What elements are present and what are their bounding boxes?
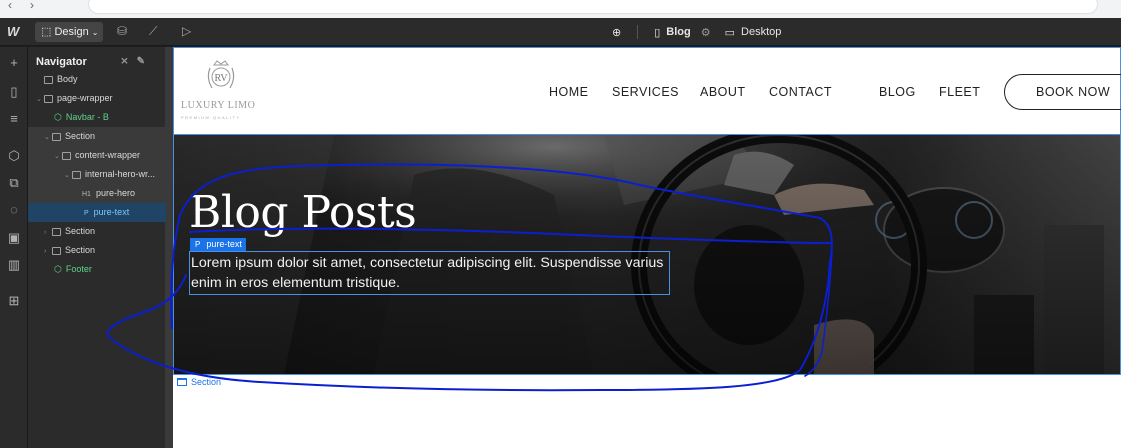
tree-node-section[interactable]: ⌄ Section: [28, 127, 166, 146]
luxury-limo-logo[interactable]: RV LUXURY LIMO PREMIUM QUALITY: [181, 58, 261, 122]
component-cube-icon: ⬡: [54, 112, 62, 122]
component-cube-icon: ⬡: [54, 264, 62, 274]
nav-link-home[interactable]: HOME: [549, 85, 589, 99]
tree-node-section[interactable]: › Section: [28, 241, 166, 260]
tree-node-label: internal-hero-wr...: [85, 169, 156, 179]
page-icon: ▯: [654, 26, 661, 39]
tree-node-pure-text[interactable]: Ppure-text: [28, 203, 166, 222]
tree-node-page-wrapper[interactable]: ⌄ page-wrapper: [28, 89, 166, 108]
browser-toolbar: ‹ ›: [0, 0, 1121, 18]
nav-link-services[interactable]: SERVICES: [612, 85, 679, 99]
navigator-icon[interactable]: ≡: [6, 111, 22, 127]
back-arrow-icon[interactable]: ‹: [8, 0, 12, 11]
tree-node-label: pure-hero: [95, 188, 135, 198]
element-box-icon: [72, 170, 81, 179]
collapse-icon[interactable]: ⨯: [120, 56, 136, 67]
design-mode-button[interactable]: ⬚ Design ⌄: [35, 22, 103, 42]
tree-node-body[interactable]: Body: [28, 70, 166, 89]
tree-node-section[interactable]: › Section: [28, 222, 166, 241]
element-box-icon: [44, 75, 53, 84]
caret-down-icon[interactable]: ⌄: [54, 147, 62, 166]
apps-grid-icon[interactable]: ⊞: [6, 293, 22, 309]
cms-database-icon[interactable]: ⛁: [117, 24, 127, 38]
nav-link-contact[interactable]: CONTACT: [769, 85, 832, 99]
hero-heading[interactable]: Blog Posts: [189, 187, 417, 238]
page-breakpoint-bar: ⊕ ▯ Blog ⚙ ▭ Desktop: [612, 25, 781, 39]
left-toolbar: + ▯ ≡ ⬡ ⧉ ◌ ▣ ▥ ⊞: [0, 47, 28, 448]
caret-right-icon[interactable]: ›: [44, 242, 52, 261]
tree-node-label: Footer: [65, 264, 92, 274]
address-bar[interactable]: [88, 0, 1098, 14]
page-name[interactable]: Blog: [666, 26, 690, 38]
site-navbar[interactable]: RV LUXURY LIMO PREMIUM QUALITY HOME SERV…: [173, 47, 1121, 135]
pages-icon[interactable]: ▯: [6, 84, 22, 100]
badge-tag: P: [195, 240, 201, 249]
book-now-button[interactable]: BOOK NOW: [1004, 74, 1121, 110]
tree-node-label: Body: [57, 74, 78, 84]
logo-wordmark: LUXURY LIMO: [181, 100, 256, 111]
element-box-icon: [44, 94, 53, 103]
assets-image-icon[interactable]: ▣: [6, 230, 22, 246]
tree-node-pure-hero[interactable]: H1 pure-hero: [28, 184, 166, 203]
variables-drops-icon[interactable]: ◌: [6, 202, 22, 218]
components-cube-icon[interactable]: ⬡: [6, 148, 22, 164]
hero-section[interactable]: Blog Posts Ppure-text Lorem ipsum dolor …: [173, 135, 1121, 375]
chevron-down-icon: ⌄: [91, 28, 99, 37]
caret-down-icon[interactable]: ⌄: [44, 128, 52, 147]
hero-paragraph[interactable]: Lorem ipsum dolor sit amet, consectetur …: [189, 251, 670, 295]
forward-arrow-icon[interactable]: ›: [30, 0, 34, 11]
tree-node-label: Navbar - B: [65, 112, 109, 122]
caret-down-icon[interactable]: ⌄: [36, 90, 44, 109]
tree-node-internal-hero-wrapper[interactable]: ⌄ internal-hero-wr...: [28, 165, 166, 184]
tree-node-label: Section: [65, 131, 96, 141]
webflow-logo-icon[interactable]: W: [7, 24, 19, 39]
page-settings-gear-icon[interactable]: ⚙: [701, 26, 711, 39]
tree-node-label: Section: [65, 245, 96, 255]
caret-right-icon[interactable]: ›: [44, 223, 52, 242]
nav-link-fleet[interactable]: FLEET: [939, 85, 980, 99]
pin-icon[interactable]: ✎: [137, 56, 153, 67]
heading-tag: H1: [82, 191, 91, 198]
tree-node-footer-component[interactable]: ⬡ Footer: [28, 260, 166, 279]
section-icon: [52, 132, 61, 141]
mode-label: Design: [54, 26, 89, 38]
tree-node-label: content-wrapper: [75, 150, 141, 160]
panel-resize-handle[interactable]: [166, 47, 173, 448]
section-label-text: Section: [191, 377, 222, 387]
nav-link-about[interactable]: ABOUT: [700, 85, 746, 99]
caret-down-icon[interactable]: ⌄: [64, 166, 72, 185]
paragraph-tag: P: [84, 210, 89, 217]
navigator-panel: Navigator ⨯✎ Body ⌄ page-wrapper ⬡ Navbar …: [28, 47, 166, 448]
selected-element-badge[interactable]: Ppure-text: [190, 238, 246, 251]
desktop-breakpoint-icon: ▭: [724, 26, 736, 39]
section-icon: [52, 246, 61, 255]
cms-collections-icon[interactable]: ⧉: [6, 175, 22, 191]
nav-link-blog[interactable]: BLOG: [879, 85, 916, 99]
badge-label: pure-text: [206, 239, 242, 249]
tree-node-label: Section: [65, 226, 96, 236]
element-box-icon: [62, 151, 71, 160]
navigator-title: Navigator: [36, 56, 87, 68]
add-elements-plus-icon[interactable]: +: [6, 55, 22, 71]
tree-node-navbar-component[interactable]: ⬡ Navbar - B: [28, 108, 166, 127]
crest-emblem-icon: RV: [207, 60, 235, 89]
tree-node-label: pure-text: [93, 207, 130, 217]
analytics-chart-icon[interactable]: ⟋: [149, 24, 157, 39]
divider: [637, 25, 639, 39]
section-hover-label[interactable]: Section: [177, 377, 221, 387]
tree-node-content-wrapper[interactable]: ⌄ content-wrapper: [28, 146, 166, 165]
section-icon: [52, 227, 61, 236]
logo-monogram: RV: [214, 73, 228, 84]
library-book-icon[interactable]: ▥: [6, 257, 22, 273]
cursor-icon: ⬚: [41, 26, 52, 38]
preview-play-icon[interactable]: ▷: [182, 24, 191, 38]
globe-icon[interactable]: ⊕: [612, 26, 621, 39]
breakpoint-label[interactable]: Desktop: [741, 26, 781, 38]
logo-tagline: PREMIUM QUALITY: [181, 115, 241, 120]
tree-node-label: page-wrapper: [57, 93, 113, 103]
design-canvas[interactable]: RV LUXURY LIMO PREMIUM QUALITY HOME SERV…: [173, 47, 1121, 448]
section-icon: [177, 378, 187, 386]
designer-topbar: W ⬚ Design ⌄ ⛁ ⟋ ▷ ⊕ ▯ Blog ⚙ ▭ Desktop: [0, 18, 1121, 46]
